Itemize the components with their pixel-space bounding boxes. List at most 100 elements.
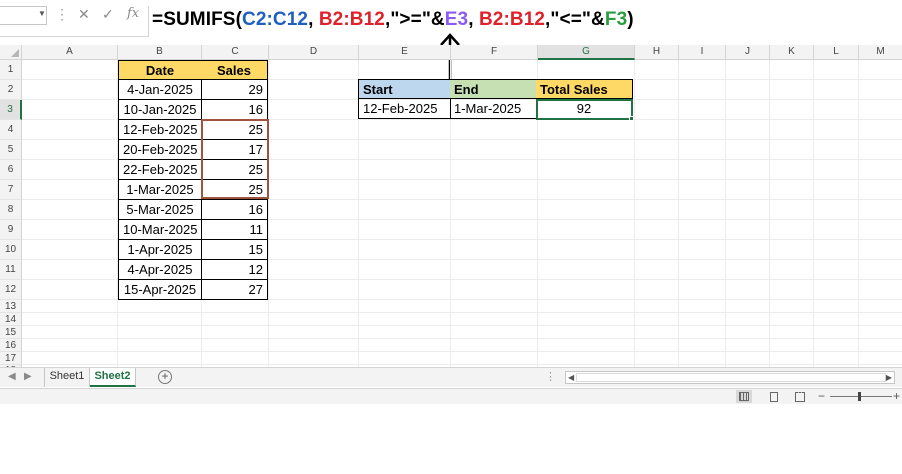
zoom-slider-thumb[interactable] [858, 392, 861, 401]
date-cell[interactable]: 1-Apr-2025 [118, 240, 202, 260]
row-header-2[interactable]: 2 [0, 80, 22, 100]
sales-cell[interactable]: 16 [201, 100, 268, 120]
page-layout-view-button[interactable] [766, 390, 782, 403]
column-header-i[interactable]: I [679, 45, 726, 60]
end-date-cell[interactable]: 1-Mar-2025 [450, 99, 537, 119]
column-header-c[interactable]: C [202, 45, 269, 60]
tab-sheet2[interactable]: Sheet2 [90, 368, 136, 387]
total-sales-cell[interactable]: 92 [536, 99, 633, 119]
row-header-15[interactable]: 15 [0, 326, 22, 339]
column-header-l[interactable]: L [814, 45, 859, 60]
start-date-cell[interactable]: 12-Feb-2025 [358, 99, 451, 119]
scroll-right-icon[interactable]: ▶ [886, 372, 892, 383]
tab-split-grip-icon[interactable]: ⋮ [545, 370, 556, 383]
sales-cell[interactable]: 25 [201, 160, 268, 180]
row-header-5[interactable]: 5 [0, 140, 22, 160]
row-header-11[interactable]: 11 [0, 260, 22, 280]
normal-view-button[interactable] [736, 390, 752, 403]
page-layout-icon [770, 392, 778, 402]
gridline-vertical [268, 60, 269, 367]
row-header-4[interactable]: 4 [0, 120, 22, 140]
column-header-f[interactable]: F [451, 45, 538, 60]
sales-cell[interactable]: 12 [201, 260, 268, 280]
gridline-vertical [634, 60, 635, 367]
formula-token: , [308, 9, 319, 30]
scrollbar-thumb[interactable] [576, 373, 886, 382]
row-header-9[interactable]: 9 [0, 220, 22, 240]
zoom-out-button[interactable]: − [818, 389, 825, 403]
total-sales-header[interactable]: Total Sales [536, 79, 633, 99]
date-cell[interactable]: 12-Feb-2025 [118, 120, 202, 140]
column-header-k[interactable]: K [770, 45, 814, 60]
date-cell[interactable]: 10-Jan-2025 [118, 100, 202, 120]
formula-token: B2:B12 [478, 9, 546, 30]
end-header[interactable]: End [450, 79, 537, 99]
row-header-7[interactable]: 7 [0, 180, 22, 200]
sales-cell[interactable]: 27 [201, 280, 268, 300]
row-header-12[interactable]: 12 [0, 280, 22, 300]
sales-header[interactable]: Sales [201, 60, 268, 80]
sales-cell[interactable]: 17 [201, 140, 268, 160]
fill-handle[interactable] [629, 116, 634, 121]
row-header-14[interactable]: 14 [0, 313, 22, 326]
page-break-view-button[interactable] [792, 390, 808, 403]
column-header-a[interactable]: A [22, 45, 118, 60]
row-header-17[interactable]: 17 [0, 352, 22, 365]
sales-cell[interactable]: 25 [201, 120, 268, 140]
enter-icon[interactable]: ✓ [102, 6, 114, 23]
date-header[interactable]: Date [118, 60, 202, 80]
zoom-slider[interactable] [830, 396, 892, 397]
formula-token: ,">="& [384, 9, 445, 30]
date-cell[interactable]: 5-Mar-2025 [118, 200, 202, 220]
start-header[interactable]: Start [358, 79, 451, 99]
formula-text: =SUMIFS(C2:C12, B2:B12,">="&E3, B2:B12,"… [152, 9, 634, 31]
horizontal-scrollbar[interactable]: ◀ ▶ [565, 371, 895, 384]
select-all-button[interactable] [0, 45, 22, 60]
scroll-tabs-right-icon[interactable]: ▶ [24, 371, 32, 382]
column-header-m[interactable]: M [859, 45, 902, 60]
date-cell[interactable]: 22-Feb-2025 [118, 160, 202, 180]
formula-token: B2:B12 [318, 9, 385, 30]
sales-cell[interactable]: 25 [201, 180, 268, 200]
scroll-tabs-left-icon[interactable]: ◀ [8, 371, 16, 382]
date-cell[interactable]: 10-Mar-2025 [118, 220, 202, 240]
gridline-vertical [858, 60, 859, 367]
column-header-e[interactable]: E [359, 45, 451, 60]
name-box-dropdown-icon[interactable]: ▼ [38, 9, 46, 18]
sales-cell[interactable]: 15 [201, 240, 268, 260]
formula-bar-grip-icon[interactable]: ⋮ [55, 6, 69, 23]
column-header-d[interactable]: D [269, 45, 359, 60]
formula-token: F3 [604, 9, 628, 30]
page-break-icon [795, 392, 805, 402]
scroll-left-icon[interactable]: ◀ [568, 372, 574, 383]
add-sheet-button[interactable]: + [158, 370, 172, 384]
row-header-1[interactable]: 1 [0, 60, 22, 80]
row-header-3[interactable]: 3 [0, 100, 22, 120]
column-header-h[interactable]: H [635, 45, 679, 60]
formula-token: ) [627, 9, 634, 30]
date-cell[interactable]: 4-Jan-2025 [118, 80, 202, 100]
date-cell[interactable]: 20-Feb-2025 [118, 140, 202, 160]
normal-view-icon [739, 392, 749, 401]
row-header-8[interactable]: 8 [0, 200, 22, 220]
row-header-16[interactable]: 16 [0, 339, 22, 352]
gridline-vertical [813, 60, 814, 367]
tab-sheet1[interactable]: Sheet1 [44, 368, 90, 387]
date-cell[interactable]: 1-Mar-2025 [118, 180, 202, 200]
column-header-b[interactable]: B [118, 45, 202, 60]
cancel-icon[interactable]: ✕ [78, 6, 90, 23]
row-header-13[interactable]: 13 [0, 300, 22, 313]
row-header-6[interactable]: 6 [0, 160, 22, 180]
zoom-in-button[interactable]: + [893, 389, 900, 403]
sales-cell[interactable]: 16 [201, 200, 268, 220]
sales-cell[interactable]: 11 [201, 220, 268, 240]
row-header-10[interactable]: 10 [0, 240, 22, 260]
gridline-vertical [725, 60, 726, 367]
column-header-g[interactable]: G [538, 45, 635, 60]
insert-function-icon[interactable]: fx [127, 6, 139, 21]
column-header-j[interactable]: J [726, 45, 770, 60]
date-cell[interactable]: 4-Apr-2025 [118, 260, 202, 280]
date-cell[interactable]: 15-Apr-2025 [118, 280, 202, 300]
sales-cell[interactable]: 29 [201, 80, 268, 100]
gridline-horizontal [22, 325, 902, 326]
